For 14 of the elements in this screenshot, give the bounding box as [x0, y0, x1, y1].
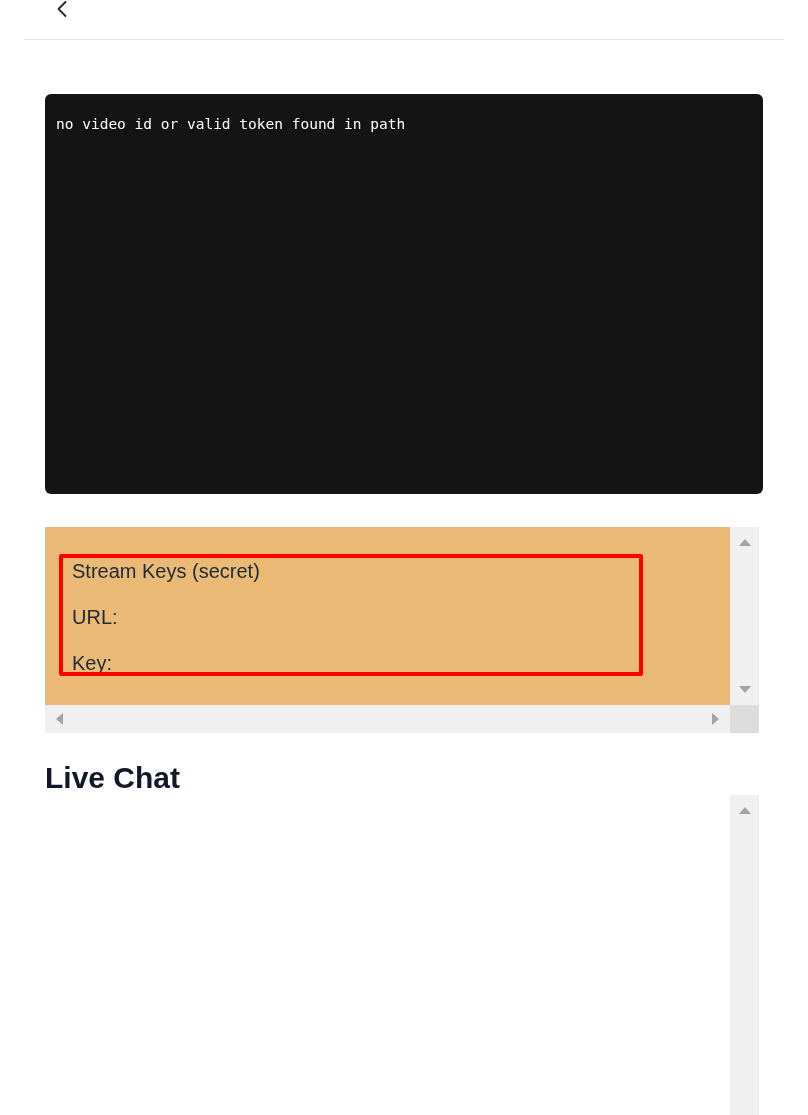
scroll-left-icon[interactable]: [55, 713, 63, 725]
vertical-scrollbar[interactable]: [730, 527, 759, 705]
scroll-up-icon[interactable]: [738, 538, 751, 546]
scrollbar-corner: [730, 705, 759, 733]
scroll-right-icon[interactable]: [712, 713, 720, 725]
error-message: no video id or valid token found in path: [56, 116, 406, 132]
horizontal-scrollbar[interactable]: [45, 705, 730, 733]
scroll-down-icon[interactable]: [738, 686, 751, 694]
field-label: Key:: [72, 651, 114, 676]
stream-keys-title: Stream Keys (secret): [72, 559, 261, 584]
vertical-scrollbar[interactable]: [730, 795, 759, 1115]
field-label: URL:: [72, 605, 119, 630]
scroll-up-icon[interactable]: [738, 806, 751, 814]
live-chat-heading: Live Chat: [45, 761, 182, 795]
